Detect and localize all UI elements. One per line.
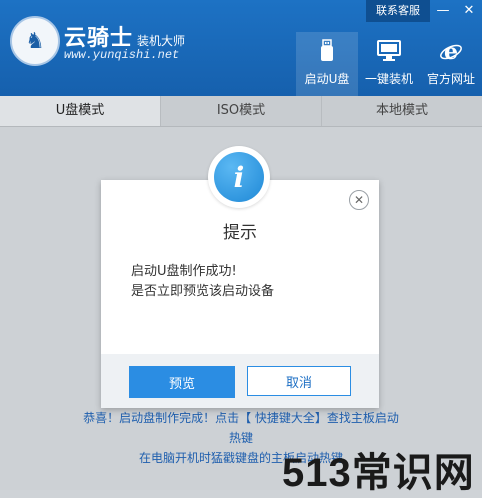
monitor-icon [377, 38, 401, 64]
dialog-close-button[interactable]: ✕ [349, 190, 369, 210]
tab-iso-mode[interactable]: ISO模式 [161, 96, 322, 126]
usb-icon [319, 38, 335, 64]
info-icon: i [214, 152, 264, 202]
dialog-message-line-2: 是否立即预览该启动设备 [131, 284, 275, 299]
ie-icon: e [439, 38, 463, 64]
dialog-message-line-1: 启动U盘制作成功! [131, 264, 237, 279]
info-icon-ring: i [208, 146, 270, 208]
support-link[interactable]: 联系客服 [366, 0, 430, 22]
nav-item-usb-boot[interactable]: 启动U盘 [296, 32, 358, 96]
hint-line-1: 恭喜！启动盘制作完成！点击【 快捷键大全】查找主板启动 [83, 411, 399, 425]
brand-subtitle: 装机大师 [137, 34, 186, 48]
tab-local-mode[interactable]: 本地模式 [322, 96, 482, 126]
nav-item-one-click-install[interactable]: 一键装机 [358, 32, 420, 96]
nav-label-usb-boot: 启动U盘 [304, 72, 350, 86]
minimize-button[interactable]: — [430, 0, 456, 22]
dialog-message: 启动U盘制作成功! 是否立即预览该启动设备 [131, 262, 351, 302]
nav-label-official-site: 官方网址 [426, 72, 475, 86]
nav-item-official-site[interactable]: e 官方网址 [420, 32, 482, 96]
prompt-dialog: i ✕ 提示 启动U盘制作成功! 是否立即预览该启动设备 预览 取消 [101, 146, 379, 408]
app-header: ♞ 云骑士 装机大师 www.yunqishi.net 联系客服 — ✕ 启动U盘 [0, 0, 482, 96]
window-controls: 联系客服 — ✕ [366, 0, 482, 22]
close-window-button[interactable]: ✕ [456, 0, 482, 22]
svg-text:e: e [444, 39, 458, 63]
tab-usb-mode[interactable]: U盘模式 [0, 96, 161, 126]
dialog-title: 提示 [223, 223, 257, 243]
nav-label-one-click-install: 一键装机 [364, 72, 413, 86]
cancel-button[interactable]: 取消 [247, 366, 351, 396]
brand-title: 云骑士 [64, 25, 134, 50]
preview-button[interactable]: 预览 [129, 366, 235, 398]
mode-tabs: U盘模式 ISO模式 本地模式 [0, 96, 482, 127]
site-watermark: 513常识网 [282, 451, 475, 495]
knight-logo-icon: ♞ [10, 16, 60, 66]
main-nav: 启动U盘 一键装机 e 官方网址 [296, 32, 482, 96]
brand-url: www.yunqishi.net [64, 48, 180, 62]
